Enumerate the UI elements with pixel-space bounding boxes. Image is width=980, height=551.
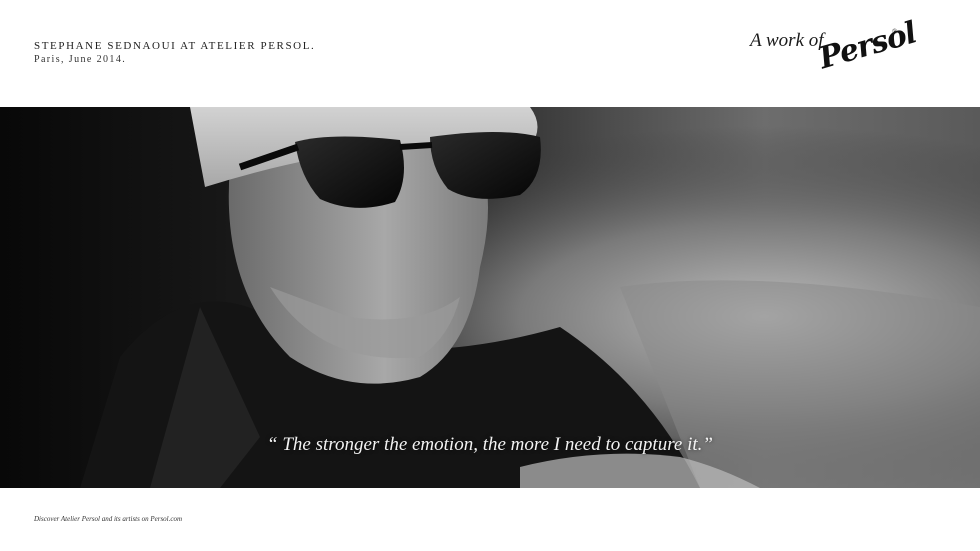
footer: Discover Atelier Persol and its artists … <box>0 488 980 551</box>
persol-logo: Persol <box>815 15 920 77</box>
registered-mark: ® <box>892 28 898 36</box>
photo-credit: STEPHANE SEDNAOUI AT ATELIER PERSOL. Par… <box>34 39 315 67</box>
credit-date: Paris, June 2014. <box>34 54 127 65</box>
hero-photo: “ The stronger the emotion, the more I n… <box>0 107 980 488</box>
footer-text: Discover Atelier Persol and its artists … <box>34 515 183 523</box>
credit-name: STEPHANE SEDNAOUI AT ATELIER PERSOL. <box>34 40 316 52</box>
header: STEPHANE SEDNAOUI AT ATELIER PERSOL. Par… <box>0 0 980 107</box>
portrait-illustration <box>0 107 980 488</box>
brand-prefix: A work of <box>750 30 824 51</box>
brand-signature: A work of Persol ® <box>750 15 920 80</box>
sunglasses-bridge <box>399 142 433 150</box>
quote-text: “ The stronger the emotion, the more I n… <box>267 434 713 455</box>
